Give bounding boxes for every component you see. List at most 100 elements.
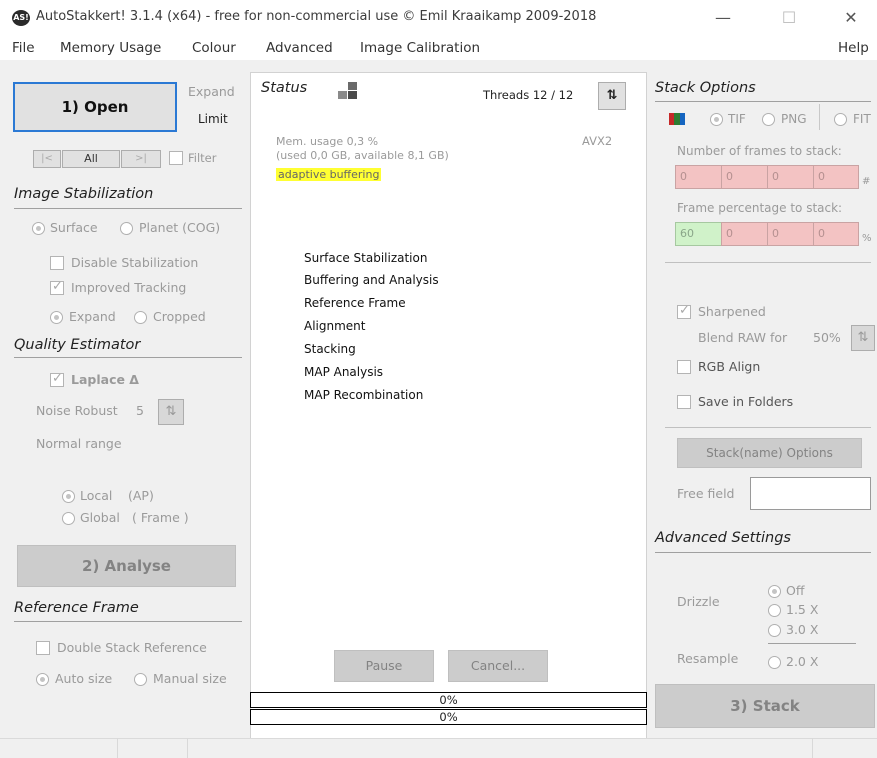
filter-checkbox[interactable] [169, 151, 183, 165]
sharpened-label: Sharpened [698, 304, 766, 319]
minimize-button[interactable]: — [708, 8, 738, 28]
stackname-options-button[interactable]: Stack(name) Options [677, 438, 862, 468]
separator [768, 643, 856, 644]
rgb-align-label: RGB Align [698, 359, 761, 374]
separator [655, 552, 871, 553]
drizzle-label: Drizzle [677, 594, 720, 609]
status-bar-segment [118, 738, 188, 758]
advanced-settings-title: Advanced Settings [655, 530, 791, 546]
all-frames-button[interactable]: All [62, 150, 120, 168]
threads-stepper-icon[interactable]: ⇅ [598, 82, 626, 110]
resample-20-label: 2.0 X [786, 654, 819, 669]
stack-button[interactable]: 3) Stack [655, 684, 875, 728]
local-radio[interactable] [62, 490, 75, 503]
local-label: Local [80, 488, 113, 503]
manual-size-radio[interactable] [134, 673, 147, 686]
percent-field-3[interactable]: 0 [767, 222, 814, 246]
sharpened-checkbox[interactable] [677, 303, 691, 319]
expand-radio-label: Expand [69, 309, 116, 324]
double-stack-label: Double Stack Reference [57, 640, 207, 655]
frames-field-3[interactable]: 0 [767, 165, 814, 189]
menu-advanced[interactable]: Advanced [266, 40, 333, 56]
progress-bar-1: 0% [250, 692, 647, 708]
maximize-button[interactable]: ☐ [774, 8, 804, 28]
status-bar-segment [0, 738, 118, 758]
menu-file[interactable]: File [12, 40, 35, 56]
percent-field-1[interactable]: 60 [675, 222, 722, 246]
auto-size-radio[interactable] [36, 673, 49, 686]
format-tif-label: TIF [728, 112, 746, 126]
analyse-button[interactable]: 2) Analyse [17, 545, 236, 587]
separator [655, 101, 871, 102]
separator [14, 357, 242, 358]
format-tif-radio[interactable] [710, 113, 723, 126]
drizzle-30-label: 3.0 X [786, 622, 819, 637]
noise-stepper-icon[interactable]: ⇅ [158, 399, 184, 425]
blend-raw-value: 50% [813, 330, 841, 345]
global-suffix: ( Frame ) [132, 510, 189, 525]
colour-swatch-icon [669, 113, 685, 125]
threads-label: Threads 12 / 12 [483, 88, 574, 102]
last-frame-button[interactable]: >| [121, 150, 161, 168]
disable-stabilization-checkbox[interactable] [50, 256, 64, 270]
pause-button[interactable]: Pause [334, 650, 434, 682]
drizzle-30-radio[interactable] [768, 624, 781, 637]
format-fit-radio[interactable] [834, 113, 847, 126]
avx-label: AVX2 [582, 134, 613, 148]
surface-radio[interactable] [32, 222, 45, 235]
separator [14, 208, 242, 209]
step-stacking: Stacking [304, 342, 356, 356]
resample-20-radio[interactable] [768, 656, 781, 669]
rgb-align-checkbox[interactable] [677, 360, 691, 374]
local-suffix: (AP) [128, 488, 154, 503]
reference-frame-title: Reference Frame [14, 600, 139, 616]
global-radio[interactable] [62, 512, 75, 525]
surface-label: Surface [50, 220, 98, 235]
free-field-label: Free field [677, 486, 735, 501]
planet-radio[interactable] [120, 222, 133, 235]
free-field-input[interactable] [750, 477, 871, 510]
auto-size-label: Auto size [55, 671, 113, 686]
expand-label[interactable]: Expand [188, 84, 235, 99]
menu-colour[interactable]: Colour [192, 40, 236, 56]
percent-field-4[interactable]: 0 [813, 222, 859, 246]
percent-field-2[interactable]: 0 [721, 222, 768, 246]
cancel-button[interactable]: Cancel... [448, 650, 548, 682]
image-stabilization-title: Image Stabilization [14, 186, 154, 202]
open-button[interactable]: 1) Open [13, 82, 177, 132]
filter-label: Filter [188, 151, 217, 165]
limit-label[interactable]: Limit [198, 112, 228, 126]
blend-stepper-icon[interactable]: ⇅ [851, 325, 875, 351]
cropped-radio[interactable] [134, 311, 147, 324]
close-button[interactable]: ✕ [836, 8, 866, 28]
frames-field-1[interactable]: 0 [675, 165, 722, 189]
separator [665, 427, 871, 428]
laplace-checkbox[interactable] [50, 371, 64, 387]
expand-radio[interactable] [50, 311, 63, 324]
buffering-text: adaptive buffering [276, 168, 382, 181]
global-label: Global [80, 510, 120, 525]
percent-suffix: % [862, 233, 872, 244]
format-divider [819, 104, 820, 130]
format-png-radio[interactable] [762, 113, 775, 126]
normal-range-label: Normal range [36, 436, 122, 451]
double-stack-checkbox[interactable] [36, 641, 50, 655]
stack-options-title: Stack Options [655, 80, 756, 96]
first-frame-button[interactable]: |< [33, 150, 61, 168]
memory-detail-text: (used 0,0 GB, available 8,1 GB) [276, 149, 449, 162]
app-icon: AS! [12, 10, 30, 26]
step-surface-stabilization: Surface Stabilization [304, 251, 428, 265]
frames-to-stack-label: Number of frames to stack: [677, 144, 842, 158]
frames-field-4[interactable]: 0 [813, 165, 859, 189]
save-in-folders-checkbox[interactable] [677, 395, 691, 409]
drizzle-15-radio[interactable] [768, 604, 781, 617]
improved-tracking-checkbox[interactable] [50, 279, 64, 295]
status-grid-icon [338, 82, 358, 100]
frames-field-2[interactable]: 0 [721, 165, 768, 189]
menu-image-calibration[interactable]: Image Calibration [360, 40, 480, 56]
status-bar-segment [188, 738, 813, 758]
menu-memory-usage[interactable]: Memory Usage [60, 40, 161, 56]
menu-help[interactable]: Help [838, 40, 869, 56]
drizzle-off-radio[interactable] [768, 585, 781, 598]
step-buffering-analysis: Buffering and Analysis [304, 273, 439, 287]
